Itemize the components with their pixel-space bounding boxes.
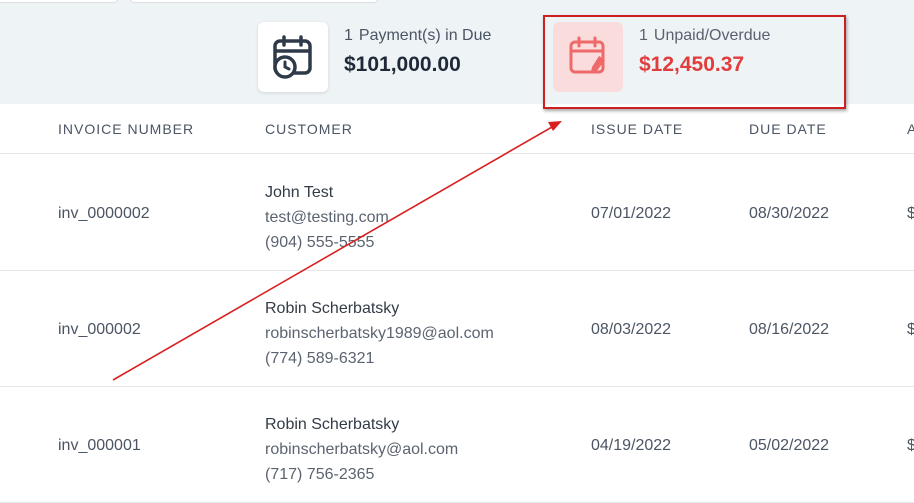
issue-date: 08/03/2022 bbox=[591, 321, 672, 338]
col-customer[interactable]: CUSTOMER bbox=[265, 121, 353, 137]
customer-phone: (774) 589-6321 bbox=[265, 350, 375, 367]
table-row[interactable]: inv_000002 Robin Scherbatsky robinscherb… bbox=[0, 271, 914, 387]
filter-control[interactable] bbox=[0, 0, 118, 3]
issue-date: 04/19/2022 bbox=[591, 437, 672, 454]
issue-date: 07/01/2022 bbox=[591, 205, 672, 222]
search-control[interactable] bbox=[130, 0, 378, 3]
annotation-highlight-box bbox=[543, 15, 846, 109]
due-label: Payment(s) in Due bbox=[358, 27, 492, 44]
due-date: 05/02/2022 bbox=[749, 437, 830, 454]
amount: $ bbox=[907, 321, 914, 338]
table-row[interactable]: inv_000001 Robin Scherbatsky robinscherb… bbox=[0, 387, 914, 503]
invoice-number[interactable]: inv_0000002 bbox=[58, 205, 150, 223]
calendar-clock-icon bbox=[258, 22, 328, 92]
due-date: 08/30/2022 bbox=[749, 205, 830, 222]
customer-name: Robin Scherbatsky bbox=[265, 300, 400, 317]
customer-phone: (717) 756-2365 bbox=[265, 466, 375, 483]
customer-name: Robin Scherbatsky bbox=[265, 416, 400, 433]
col-issue-date[interactable]: ISSUE DATE bbox=[591, 121, 683, 137]
table-header: INVOICE NUMBER CUSTOMER ISSUE DATE DUE D… bbox=[0, 104, 914, 154]
due-date: 08/16/2022 bbox=[749, 321, 830, 338]
col-due-date[interactable]: DUE DATE bbox=[749, 121, 827, 137]
due-payments-card[interactable]: 1 Payment(s) in Due $101,000.00 bbox=[258, 22, 491, 92]
amount: $ bbox=[907, 437, 914, 454]
amount: $ bbox=[907, 205, 914, 222]
customer-cell: John Test test@testing.com (904) 555-555… bbox=[265, 180, 389, 255]
due-amount: $101,000.00 bbox=[344, 53, 461, 76]
col-invoice-number[interactable]: INVOICE NUMBER bbox=[58, 121, 194, 137]
customer-phone: (904) 555-5555 bbox=[265, 234, 375, 251]
invoice-number[interactable]: inv_000001 bbox=[58, 437, 141, 455]
summary-bar: 1 Payment(s) in Due $101,000.00 1 Unpaid/O… bbox=[0, 0, 914, 109]
customer-email: test@testing.com bbox=[265, 209, 389, 226]
due-count: 1 bbox=[344, 27, 353, 44]
customer-cell: Robin Scherbatsky robinscherbatsky@aol.c… bbox=[265, 412, 458, 487]
customer-name: John Test bbox=[265, 184, 334, 201]
invoice-number[interactable]: inv_000002 bbox=[58, 321, 141, 339]
col-amount[interactable]: A bbox=[907, 121, 914, 137]
customer-email: robinscherbatsky1989@aol.com bbox=[265, 325, 494, 342]
customer-cell: Robin Scherbatsky robinscherbatsky1989@a… bbox=[265, 296, 494, 371]
table-row[interactable]: inv_0000002 John Test test@testing.com (… bbox=[0, 155, 914, 271]
customer-email: robinscherbatsky@aol.com bbox=[265, 441, 459, 458]
